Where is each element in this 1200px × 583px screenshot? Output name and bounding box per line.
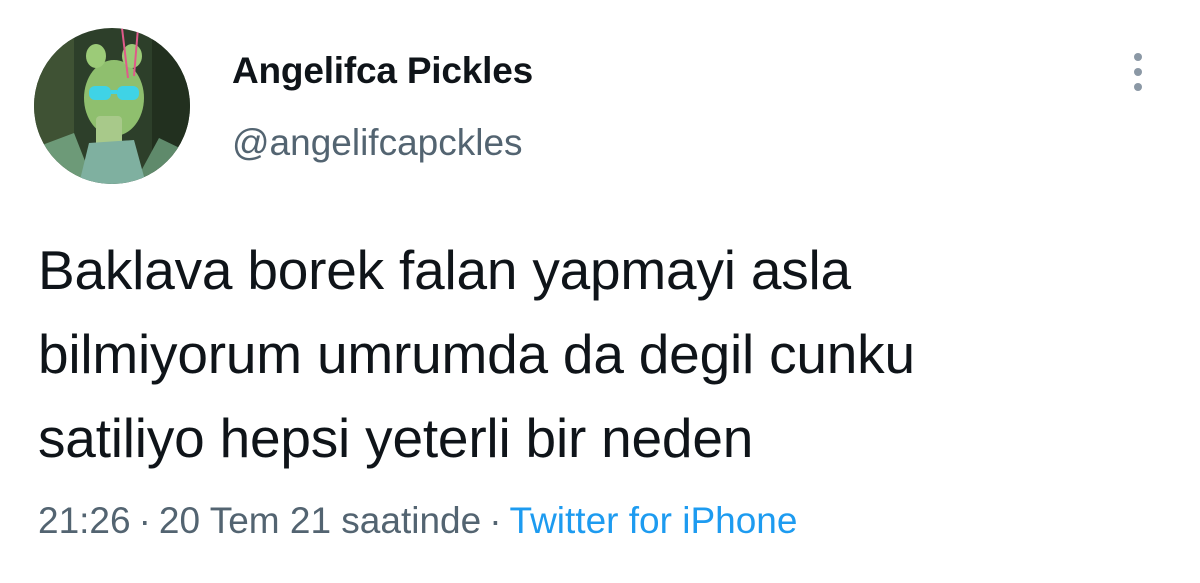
tweet-date[interactable]: 20 Tem 21 saatinde bbox=[159, 500, 481, 541]
tweet-card: Angelifca Pickles @angelifcapckles Bakla… bbox=[0, 0, 1200, 583]
tweet-text-line: satiliyo hepsi yeterli bir neden bbox=[38, 407, 754, 469]
tweet-text-line: Baklava borek falan yapmayi asla bbox=[38, 239, 851, 301]
avatar[interactable] bbox=[34, 28, 190, 184]
tweet-time[interactable]: 21:26 bbox=[38, 500, 131, 541]
more-dot bbox=[1134, 68, 1142, 76]
avatar-image bbox=[34, 28, 190, 184]
tweet-text: Baklava borek falan yapmayi asla bilmiyo… bbox=[38, 228, 1158, 480]
meta-separator: · bbox=[489, 500, 502, 541]
tweet-text-line: bilmiyorum umrumda da degil cunku bbox=[38, 323, 915, 385]
more-dot bbox=[1134, 83, 1142, 91]
author-display-name[interactable]: Angelifca Pickles bbox=[232, 50, 533, 92]
author-handle[interactable]: @angelifcapckles bbox=[232, 122, 523, 164]
tweet-source-link[interactable]: Twitter for iPhone bbox=[510, 500, 798, 541]
tweet-meta: 21:26 · 20 Tem 21 saatinde · Twitter for iPh… bbox=[38, 500, 797, 542]
more-options-icon[interactable] bbox=[1120, 44, 1156, 100]
more-dot bbox=[1134, 53, 1142, 61]
meta-separator: · bbox=[138, 500, 151, 541]
